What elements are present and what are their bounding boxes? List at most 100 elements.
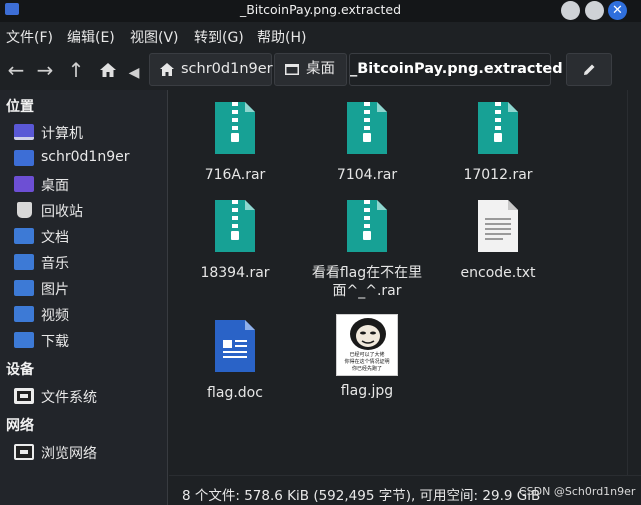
downloads-folder-icon xyxy=(14,332,34,348)
sidebar-item-label: 文档 xyxy=(41,230,69,246)
music-folder-icon xyxy=(14,254,34,270)
breadcrumb-scroll-left[interactable]: ◀ xyxy=(124,58,144,82)
minimize-button[interactable] xyxy=(561,1,580,20)
sidebar-item-desktop[interactable]: 桌面 xyxy=(14,173,164,197)
text-file-icon xyxy=(478,200,518,252)
file-item[interactable]: 716A.rar xyxy=(175,100,295,184)
file-name: flag.jpg xyxy=(340,383,394,399)
menu-go[interactable]: 转到(G) xyxy=(194,27,244,47)
close-icon: ✕ xyxy=(612,3,623,18)
sidebar-item-browse-network[interactable]: 浏览网络 xyxy=(14,441,164,465)
breadcrumb-desktop[interactable]: 桌面 xyxy=(274,53,347,86)
file-name: 716A.rar xyxy=(204,167,266,183)
back-button[interactable]: ← xyxy=(4,58,28,82)
documents-folder-icon xyxy=(14,228,34,244)
vertical-scrollbar[interactable] xyxy=(627,90,641,475)
file-item[interactable]: encode.txt xyxy=(438,198,558,282)
home-folder-icon xyxy=(14,150,34,166)
sidebar-item-home[interactable]: schr0d1n9er xyxy=(14,147,164,171)
sidebar-item-videos[interactable]: 视频 xyxy=(14,303,164,327)
breadcrumb-label: _BitcoinPay.png.extracted xyxy=(350,61,563,77)
file-name: 看看flag在不在里面^_^.rar xyxy=(311,265,423,299)
trash-icon xyxy=(17,202,32,218)
sidebar: 位置 计算机 schr0d1n9er 桌面 回收站 文档 音乐 图片 视频 下载… xyxy=(0,90,168,505)
sidebar-item-computer[interactable]: 计算机 xyxy=(14,121,164,145)
network-icon xyxy=(14,444,34,460)
arrow-left-icon: ← xyxy=(7,58,25,82)
file-item[interactable]: 17012.rar xyxy=(438,100,558,184)
sidebar-item-filesystem[interactable]: 文件系统 xyxy=(14,385,164,409)
home-icon xyxy=(160,63,174,76)
sidebar-item-label: 视频 xyxy=(41,308,69,324)
menu-edit[interactable]: 编辑(E) xyxy=(67,27,115,47)
sidebar-heading-devices: 设备 xyxy=(6,362,34,378)
menu-bar: 文件(F) 编辑(E) 视图(V) 转到(G) 帮助(H) xyxy=(0,22,641,50)
pencil-icon xyxy=(584,64,595,75)
file-name: encode.txt xyxy=(460,265,536,281)
archive-icon xyxy=(347,102,387,154)
breadcrumb-label: schr0d1n9er xyxy=(181,61,273,77)
file-name: 18394.rar xyxy=(200,265,270,281)
archive-icon xyxy=(215,200,255,252)
archive-icon xyxy=(478,102,518,154)
meme-face-icon xyxy=(350,318,386,350)
file-item[interactable]: 7104.rar xyxy=(307,100,427,184)
home-icon xyxy=(100,63,116,77)
thumbnail-caption-line: 你已经先跑了 xyxy=(351,366,382,372)
file-item[interactable]: flag.doc xyxy=(175,318,295,402)
forward-button[interactable]: → xyxy=(33,58,57,82)
sidebar-item-trash[interactable]: 回收站 xyxy=(14,199,164,223)
desktop-icon xyxy=(285,64,299,75)
drive-icon xyxy=(14,388,34,404)
pictures-folder-icon xyxy=(14,280,34,296)
sidebar-item-label: 回收站 xyxy=(41,204,83,220)
computer-icon xyxy=(14,124,34,140)
title-bar: _BitcoinPay.png.extracted ✕ xyxy=(0,0,641,22)
watermark: CSDN @Sch0rd1n9er xyxy=(519,485,636,498)
sidebar-heading-network: 网络 xyxy=(6,418,34,434)
thumbnail-caption-line: 你得在这个情况证明 xyxy=(344,359,390,365)
home-button[interactable] xyxy=(96,58,120,82)
menu-help[interactable]: 帮助(H) xyxy=(257,27,306,47)
file-name: 17012.rar xyxy=(463,167,533,183)
sidebar-item-label: 文件系统 xyxy=(41,390,97,406)
maximize-button[interactable] xyxy=(585,1,604,20)
sidebar-item-label: schr0d1n9er xyxy=(41,149,130,165)
up-button[interactable]: ↑ xyxy=(64,58,88,82)
sidebar-item-label: 浏览网络 xyxy=(41,446,97,462)
image-thumbnail: 已经可以了大佬 你得在这个情况证明 你已经先跑了 xyxy=(336,314,398,376)
arrow-right-icon: → xyxy=(36,58,54,82)
sidebar-item-label: 桌面 xyxy=(41,178,69,194)
sidebar-item-pictures[interactable]: 图片 xyxy=(14,277,164,301)
chevron-left-icon: ◀ xyxy=(128,65,140,81)
file-item[interactable]: 已经可以了大佬 你得在这个情况证明 你已经先跑了 flag.jpg xyxy=(307,314,427,400)
edit-location-button[interactable] xyxy=(566,53,612,86)
thumbnail-caption-line: 已经可以了大佬 xyxy=(349,352,385,358)
breadcrumb-label: 桌面 xyxy=(306,61,335,77)
file-item[interactable]: 看看flag在不在里面^_^.rar xyxy=(307,198,427,300)
file-name: 7104.rar xyxy=(336,167,398,183)
breadcrumb-current[interactable]: _BitcoinPay.png.extracted xyxy=(349,53,563,86)
sidebar-item-label: 音乐 xyxy=(41,256,69,272)
file-name: flag.doc xyxy=(207,385,263,401)
sidebar-item-music[interactable]: 音乐 xyxy=(14,251,164,275)
archive-icon xyxy=(347,200,387,252)
menu-view[interactable]: 视图(V) xyxy=(130,27,179,47)
menu-file[interactable]: 文件(F) xyxy=(6,27,53,47)
breadcrumb-home[interactable]: schr0d1n9er xyxy=(149,53,273,86)
file-view: 716A.rar 7104.rar 17012.rar 18394.rar 看看… xyxy=(169,90,627,475)
sidebar-item-downloads[interactable]: 下载 xyxy=(14,329,164,353)
close-button[interactable]: ✕ xyxy=(608,1,627,20)
desktop-folder-icon xyxy=(14,176,34,192)
arrow-up-icon: ↑ xyxy=(67,58,85,82)
sidebar-heading-places: 位置 xyxy=(6,99,34,115)
sidebar-item-documents[interactable]: 文档 xyxy=(14,225,164,249)
videos-folder-icon xyxy=(14,306,34,322)
file-item[interactable]: 18394.rar xyxy=(175,198,295,282)
toolbar: ← → ↑ ◀ schr0d1n9er 桌面 _BitcoinPay.png.e… xyxy=(0,50,641,90)
sidebar-item-label: 下载 xyxy=(41,334,69,350)
sidebar-item-label: 计算机 xyxy=(41,126,83,142)
thumbnail-caption: 已经可以了大佬 你得在这个情况证明 你已经先跑了 xyxy=(337,352,397,373)
status-text: 8 个文件: 578.6 KiB (592,495 字节), 可用空间: 29.… xyxy=(182,488,541,504)
word-document-icon xyxy=(215,320,255,372)
